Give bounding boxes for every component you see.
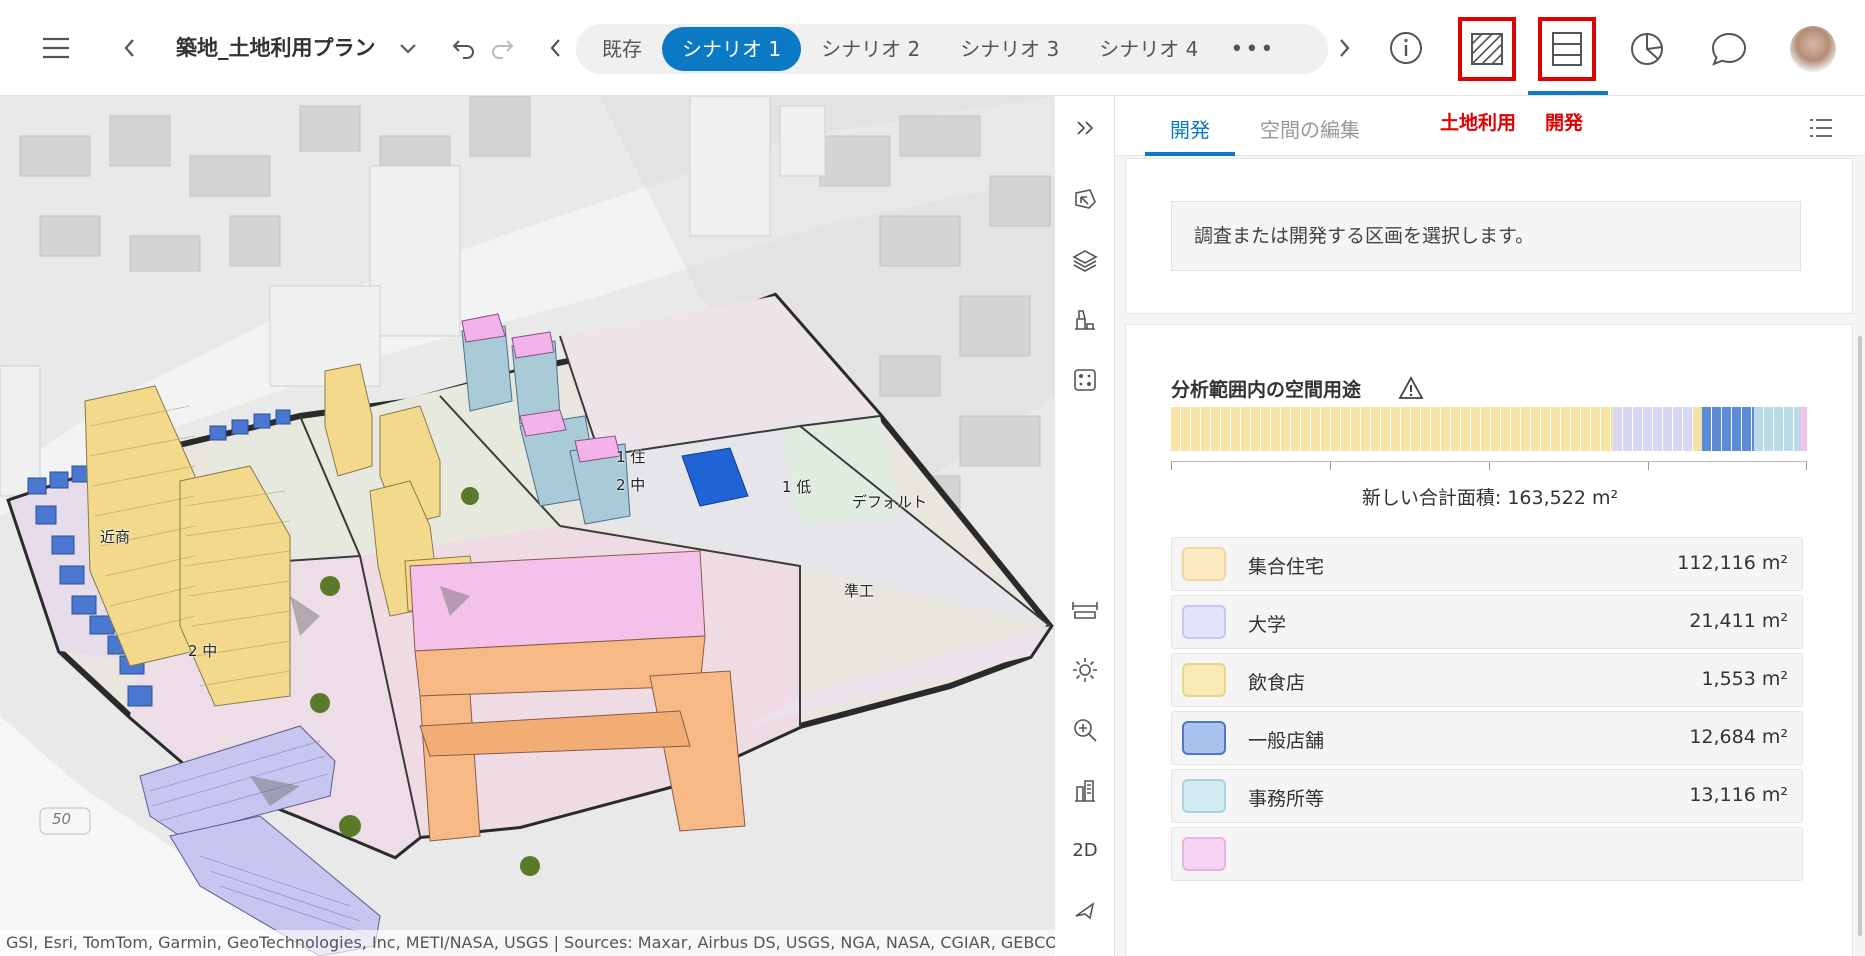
legend-row-partial[interactable]	[1171, 827, 1803, 881]
development-layers-icon[interactable]	[1538, 17, 1596, 81]
legend-value: 13,116 m²	[1689, 784, 1788, 806]
legend-row-university[interactable]: 大学 21,411 m²	[1171, 595, 1803, 649]
scenario-tab-4[interactable]: シナリオ 4	[1079, 27, 1218, 71]
more-scenarios-button[interactable]: •••	[1230, 37, 1275, 62]
project-title: 築地_土地利用プラン	[176, 36, 376, 60]
3d-map-view[interactable]: 近商 2 中 1 住 2 中 1 低 デフォルト 準工 50 GSI, Esri…	[0, 96, 1055, 956]
legend-row-office[interactable]: 事務所等 13,116 m²	[1171, 769, 1803, 823]
select-parcel-icon[interactable]	[1067, 182, 1103, 218]
annotation-land-use: 土地利用	[1440, 112, 1517, 134]
construction-icon[interactable]	[1067, 302, 1103, 338]
collapse-panel-icon[interactable]	[1067, 110, 1103, 146]
sun-daylight-icon[interactable]	[1067, 652, 1103, 688]
legend-name: 飲食店	[1248, 672, 1306, 694]
bar-axis	[1171, 461, 1807, 470]
bar-segment-university	[1613, 407, 1693, 451]
legend-row-housing[interactable]: 集合住宅 112,116 m²	[1171, 537, 1803, 591]
legend-value: 112,116 m²	[1677, 552, 1788, 574]
toggle-2d-button[interactable]: 2D	[1067, 832, 1103, 868]
legend-swatch	[1182, 663, 1226, 697]
total-area-label: 新しい合計面積: 163,522 m²	[1361, 487, 1619, 509]
development-panel: 開発 空間の編集 土地利用 開発 調査または開発する区画を選択します。 分析範囲…	[1115, 96, 1865, 956]
bar-axis-tick	[1489, 462, 1490, 470]
legend-swatch	[1182, 605, 1226, 639]
bar-segment-retail	[1702, 407, 1754, 451]
legend-value: 1,553 m²	[1701, 668, 1788, 690]
bar-segment-housing	[1171, 407, 1613, 451]
map-tool-strip: 2D	[1055, 96, 1115, 956]
space-use-stacked-bar	[1171, 407, 1807, 451]
parcel-select-card: 調査または開発する区画を選択します。	[1125, 158, 1853, 314]
bar-axis-tick	[1806, 462, 1807, 470]
scenario-prev-chevron-icon[interactable]	[540, 30, 570, 66]
zone-label-kinsho: 近商	[100, 528, 131, 546]
warning-icon[interactable]	[1398, 375, 1424, 401]
map-attribution: GSI, Esri, TomTom, Garmin, GeoTechnologi…	[0, 930, 1055, 956]
user-avatar[interactable]	[1790, 26, 1836, 72]
bar-segment-other	[1800, 407, 1807, 451]
bar-axis-tick	[1330, 462, 1331, 470]
panel-scrollbar[interactable]	[1858, 336, 1862, 936]
legend-value: 21,411 m²	[1689, 610, 1788, 632]
legend-swatch	[1182, 721, 1226, 755]
scenario-tabs: 既存 シナリオ 1 シナリオ 2 シナリオ 3 シナリオ 4 •••	[576, 24, 1328, 74]
zone-label-1ju: 1 住	[616, 448, 646, 466]
project-dropdown-chevron-icon[interactable]	[392, 32, 424, 64]
undo-icon[interactable]	[448, 30, 480, 66]
zone-label-default: デフォルト	[852, 493, 928, 511]
map-scene	[0, 96, 1055, 956]
legend-name: 大学	[1248, 614, 1287, 636]
measure-icon[interactable]	[1067, 592, 1103, 628]
scenario-tab-2[interactable]: シナリオ 2	[801, 27, 940, 71]
scenario-tab-existing[interactable]: 既存	[582, 27, 662, 71]
bar-axis-tick	[1648, 462, 1649, 470]
legend-name: 一般店舗	[1248, 730, 1325, 752]
legend-name: 事務所等	[1248, 788, 1325, 810]
top-toolbar: 築地_土地利用プラン 既存 シナリオ 1 シナリオ 2 シナリオ 3 シナリオ …	[0, 0, 1865, 96]
dice-grid-icon[interactable]	[1067, 362, 1103, 398]
road-sign-label: 50	[52, 810, 72, 828]
panel-tabs: 開発 空間の編集 土地利用 開発	[1115, 96, 1865, 156]
legend-name: 集合住宅	[1248, 556, 1325, 578]
annotation-develop: 開発	[1545, 112, 1584, 134]
legend-row-retail[interactable]: 一般店舗 12,684 m²	[1171, 711, 1803, 765]
analysis-title: 分析範囲内の空間用途	[1171, 379, 1362, 401]
pie-chart-icon[interactable]	[1624, 26, 1670, 72]
redo-icon[interactable]	[486, 30, 518, 66]
scenario-next-chevron-icon[interactable]	[1330, 30, 1360, 66]
list-view-icon[interactable]	[1805, 112, 1837, 144]
legend-row-restaurant[interactable]: 飲食店 1,553 m²	[1171, 653, 1803, 707]
bar-axis-tick	[1171, 462, 1172, 470]
bar-segment-restaurant	[1693, 407, 1702, 451]
zone-label-junko: 準工	[844, 582, 875, 600]
legend-swatch	[1182, 779, 1226, 813]
legend-value: 12,684 m²	[1689, 726, 1788, 748]
navigation-compass-icon[interactable]	[1067, 892, 1103, 928]
legend-swatch	[1182, 547, 1226, 581]
building-stats-icon[interactable]	[1067, 772, 1103, 808]
land-use-hatch-icon[interactable]	[1458, 17, 1516, 81]
tab-develop-underline	[1145, 152, 1235, 156]
back-chevron-icon[interactable]	[114, 30, 144, 66]
hamburger-menu-icon[interactable]	[36, 30, 76, 66]
scenario-tab-1[interactable]: シナリオ 1	[662, 27, 802, 71]
scenario-tab-3[interactable]: シナリオ 3	[940, 27, 1079, 71]
comment-bubble-icon[interactable]	[1706, 26, 1752, 72]
zone-label-1tei: 1 低	[782, 478, 812, 496]
zoom-search-icon[interactable]	[1067, 712, 1103, 748]
tab-develop[interactable]: 開発	[1170, 114, 1210, 144]
select-parcel-notice: 調査または開発する区画を選択します。	[1171, 201, 1801, 271]
legend-swatch	[1182, 837, 1226, 871]
info-icon[interactable]	[1384, 26, 1428, 70]
zone-label-2chu-a: 2 中	[188, 642, 218, 660]
tab-space-edit[interactable]: 空間の編集	[1260, 114, 1360, 144]
zone-label-2chu-b: 2 中	[616, 476, 646, 494]
space-use-analysis-card: 分析範囲内の空間用途 新しい合計面積: 163,522 m² 集合住宅 112,…	[1125, 324, 1853, 956]
sketch-layers-icon[interactable]	[1067, 242, 1103, 278]
bar-segment-office	[1754, 407, 1800, 451]
active-tool-indicator	[1528, 91, 1608, 95]
